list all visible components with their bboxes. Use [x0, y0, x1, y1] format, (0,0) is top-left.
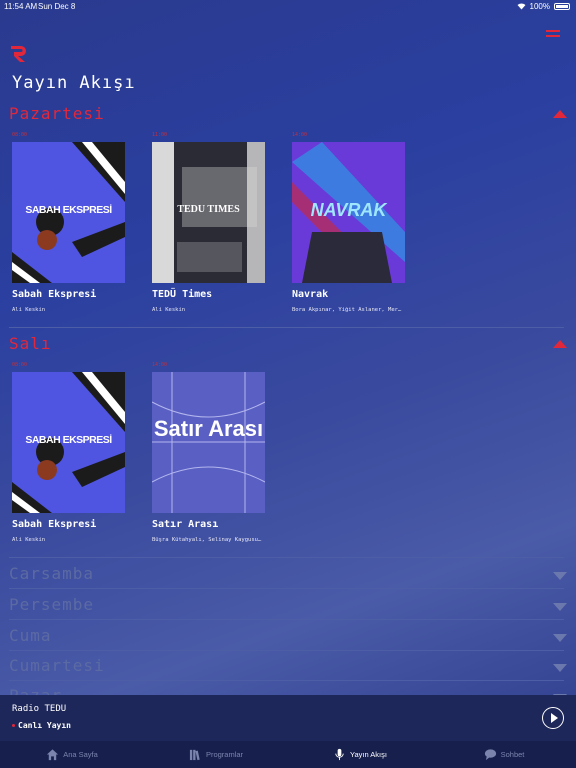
program-hosts: Ali Keskin [152, 307, 186, 313]
status-date: Sun Dec 8 [38, 2, 76, 11]
microphone-icon [335, 748, 344, 761]
program-hosts: Ali Keskin [12, 307, 46, 313]
radio-tedu-logo [11, 46, 26, 62]
program-time: 08:00 [12, 362, 28, 368]
program-time: 08:00 [12, 132, 28, 138]
program-title: Navrak [292, 289, 329, 300]
tab-label: Ana Sayfa [63, 750, 98, 759]
status-right: 100% [517, 2, 570, 11]
tab-label: Programlar [205, 750, 244, 759]
collapse-caret-icon[interactable] [553, 340, 567, 348]
home-icon [47, 749, 59, 761]
battery-percent: 100% [529, 2, 550, 11]
program-title: TEDÜ Times [152, 289, 213, 300]
day-header-cumartesi[interactable]: Cumartesi [9, 656, 569, 678]
player-status: Canlı Yayın [18, 721, 71, 730]
program-artwork: SABAH EKSPRESİ [12, 142, 125, 283]
program-title: Satır Arası [152, 519, 219, 530]
program-card[interactable]: 11:00 TEDU TIMES TEDÜ Times Ali Keskin [152, 132, 265, 313]
day-name: Cumartesi [9, 656, 105, 675]
live-indicator: Canlı Yayın [12, 721, 71, 730]
status-bar: 11:54 AM Sun Dec 8 100% [0, 0, 576, 14]
day-header-sali[interactable]: Salı [9, 334, 569, 356]
player-station: Radio TEDU [12, 704, 67, 714]
day-name: Salı [9, 334, 52, 353]
artwork-label: SABAH EKSPRESİ [25, 204, 112, 216]
day-name: Cuma [9, 626, 52, 645]
mini-player[interactable]: Radio TEDU Canlı Yayın [0, 695, 576, 741]
program-hosts: Ali Keskin [12, 537, 46, 543]
menu-button[interactable] [546, 30, 560, 40]
program-time: 14:00 [152, 362, 168, 368]
divider [9, 327, 564, 328]
divider [9, 619, 564, 620]
play-button[interactable] [542, 707, 564, 729]
day-name: Pazartesi [9, 104, 105, 123]
expand-caret-icon[interactable] [553, 572, 567, 580]
program-time: 14:00 [292, 132, 308, 138]
tab-programlar[interactable]: Programlar [144, 741, 288, 768]
program-artwork: NAVRAK [292, 142, 405, 283]
divider [9, 650, 564, 651]
artwork-label: TEDU TIMES [177, 204, 240, 215]
status-time: 11:54 AM [4, 2, 38, 11]
program-hosts: Bora Akpınar, Yiğit Aslaner, Mer… [292, 307, 402, 313]
tab-sohbet[interactable]: Sohbet [432, 741, 576, 768]
program-title: Sabah Ekspresi [12, 289, 97, 300]
tab-bar: Ana Sayfa Programlar Yayın Akışı Sohbet [0, 741, 576, 768]
divider [9, 588, 564, 589]
program-card[interactable]: 08:00 SABAH EKSPRESİ Sabah Ekspresi Ali … [12, 362, 125, 543]
artwork-label: SABAH EKSPRESİ [25, 434, 112, 446]
tab-label: Yayın Akışı [350, 750, 387, 759]
day-header-carsamba[interactable]: Carsamba [9, 564, 569, 586]
chat-icon [484, 749, 496, 761]
expand-caret-icon[interactable] [553, 664, 567, 672]
page-title: Yayın Akışı [12, 73, 136, 93]
program-card[interactable]: 14:00 NAVRAK Navrak Bora Akpınar, Yiğit … [292, 132, 405, 313]
library-icon [189, 749, 200, 761]
divider [9, 557, 564, 558]
collapse-caret-icon[interactable] [553, 110, 567, 118]
divider [9, 680, 564, 681]
program-artwork: SABAH EKSPRESİ [12, 372, 125, 513]
day-header-pazartesi[interactable]: Pazartesi [9, 104, 569, 126]
tab-label: Sohbet [500, 750, 525, 759]
artwork-label: Satır Arası [153, 416, 264, 441]
expand-caret-icon[interactable] [553, 634, 567, 642]
program-card[interactable]: 08:00 SABAH EKSPRESİ Sabah Ekspresi Ali … [12, 132, 125, 313]
battery-icon [554, 3, 570, 10]
day-name: Persembe [9, 595, 95, 614]
day-header-persembe[interactable]: Persembe [9, 595, 569, 617]
program-artwork: Satır Arası [152, 372, 265, 513]
artwork-label: NAVRAK [310, 200, 387, 220]
day-header-cuma[interactable]: Cuma [9, 626, 569, 648]
tab-ana-sayfa[interactable]: Ana Sayfa [0, 741, 144, 768]
program-hosts: Büşra Kütahyalı, Selinay Kaygusu… [152, 537, 262, 543]
expand-caret-icon[interactable] [553, 603, 567, 611]
live-dot-icon [12, 724, 15, 727]
program-title: Sabah Ekspresi [12, 519, 97, 530]
program-time: 11:00 [152, 132, 168, 138]
program-artwork: TEDU TIMES [152, 142, 265, 283]
wifi-icon [517, 3, 526, 10]
program-card[interactable]: 14:00 Satır Arası Satır Arası Büşra Küta… [152, 362, 265, 543]
day-name: Carsamba [9, 564, 95, 583]
tab-yayin-akisi[interactable]: Yayın Akışı [288, 741, 432, 768]
